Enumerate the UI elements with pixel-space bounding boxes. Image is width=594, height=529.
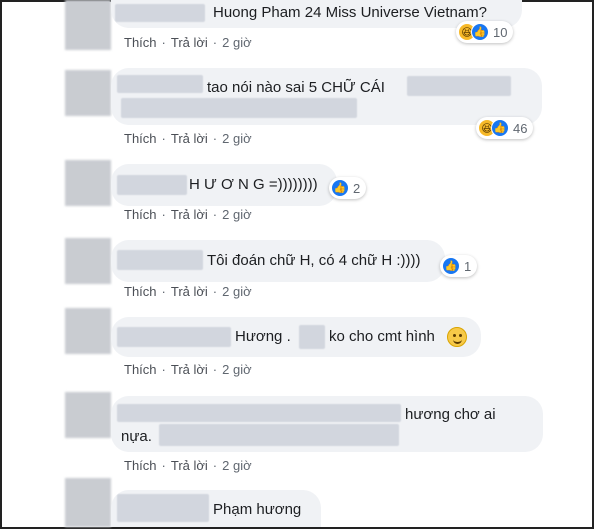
redacted-text: [407, 76, 511, 96]
reply-link[interactable]: Trả lời: [171, 458, 208, 473]
like-link[interactable]: Thích: [124, 207, 157, 222]
reaction-count: 10: [493, 24, 508, 40]
comment-text: tao nói nào sai 5 CHỮ CÁI: [207, 79, 385, 96]
reaction-summary[interactable]: 😆 👍 10: [456, 21, 514, 43]
comment-bubble: Phạm hương: [111, 490, 321, 527]
timestamp[interactable]: 2 giờ: [222, 207, 252, 222]
reply-link[interactable]: Trả lời: [171, 207, 208, 222]
comment-text: Tôi đoán chữ H, có 4 chữ H :)))): [207, 252, 421, 269]
redacted-text: [121, 98, 357, 118]
comment-text: H Ư Ơ N G =)))))))): [189, 176, 318, 193]
timestamp[interactable]: 2 giờ: [222, 458, 252, 473]
like-icon: 👍: [442, 257, 460, 275]
timestamp[interactable]: 2 giờ: [222, 362, 252, 377]
avatar[interactable]: [65, 0, 111, 50]
comment-bubble: Hương . ko cho cmt hình: [111, 317, 481, 357]
redacted-name: [117, 250, 203, 270]
comment-text: hương chơ ai: [405, 406, 496, 423]
separator: ·: [212, 207, 218, 222]
reaction-summary[interactable]: 👍 1: [440, 255, 478, 277]
comment-text: Phạm hương: [213, 501, 302, 518]
redacted-text: [159, 424, 399, 446]
reaction-summary[interactable]: 😆 👍 46: [476, 117, 534, 139]
like-link[interactable]: Thích: [124, 284, 157, 299]
comment-actions: Thích · Trả lời · 2 giờ: [124, 362, 252, 377]
separator: ·: [161, 458, 166, 473]
slightly-smiling-face-icon: [447, 327, 467, 347]
like-link[interactable]: Thích: [124, 35, 157, 50]
comment-bubble: tao nói nào sai 5 CHỮ CÁI: [111, 68, 542, 125]
comment-bubble: Tôi đoán chữ H, có 4 chữ H :)))): [111, 240, 445, 282]
redacted-text: [299, 325, 325, 349]
avatar[interactable]: [65, 392, 111, 438]
reply-link[interactable]: Trả lời: [171, 362, 208, 377]
redacted-name: [117, 175, 187, 195]
reply-link[interactable]: Trả lời: [171, 35, 208, 50]
redacted-name: [117, 404, 401, 422]
comment-actions: Thích · Trả lời · 2 giờ: [124, 207, 252, 222]
reply-link[interactable]: Trả lời: [171, 131, 208, 146]
separator: ·: [161, 362, 166, 377]
timestamp[interactable]: 2 giờ: [222, 284, 252, 299]
comment-actions: Thích · Trả lời · 2 giờ: [124, 131, 252, 146]
separator: ·: [212, 362, 218, 377]
avatar[interactable]: [65, 160, 111, 206]
like-icon: 👍: [471, 23, 489, 41]
separator: ·: [161, 35, 166, 50]
redacted-name: [117, 494, 209, 522]
redacted-name: [117, 75, 203, 93]
timestamp[interactable]: 2 giờ: [222, 35, 252, 50]
like-link[interactable]: Thích: [124, 362, 157, 377]
comment-actions: Thích · Trả lời · 2 giờ: [124, 35, 252, 50]
reaction-count: 46: [513, 120, 528, 136]
separator: ·: [161, 131, 166, 146]
comment-text: ko cho cmt hình: [329, 328, 435, 345]
separator: ·: [161, 207, 166, 222]
comment-bubble: hương chơ ai nựa.: [111, 396, 543, 452]
avatar[interactable]: [65, 308, 111, 354]
reaction-summary[interactable]: 👍 2: [329, 177, 367, 199]
redacted-name: [117, 327, 231, 347]
separator: ·: [212, 131, 218, 146]
comment-text: nựa.: [121, 428, 152, 445]
like-link[interactable]: Thích: [124, 458, 157, 473]
reply-link[interactable]: Trả lời: [171, 284, 208, 299]
like-icon: 👍: [491, 119, 509, 137]
comment-actions: Thích · Trả lời · 2 giờ: [124, 458, 252, 473]
comment-text: Hương .: [235, 328, 291, 345]
separator: ·: [212, 35, 218, 50]
timestamp[interactable]: 2 giờ: [222, 131, 252, 146]
comment-bubble: H Ư Ơ N G =)))))))): [111, 164, 337, 206]
reaction-count: 1: [464, 258, 472, 274]
separator: ·: [212, 458, 218, 473]
separator: ·: [161, 284, 166, 299]
avatar[interactable]: [65, 478, 111, 527]
like-link[interactable]: Thích: [124, 131, 157, 146]
reaction-count: 2: [353, 180, 361, 196]
redacted-name: [115, 4, 205, 22]
comment-actions: Thích · Trả lời · 2 giờ: [124, 284, 252, 299]
avatar[interactable]: [65, 70, 111, 116]
comment-text: Huong Pham 24 Miss Universe Vietnam?: [213, 4, 488, 21]
like-icon: 👍: [331, 179, 349, 197]
separator: ·: [212, 284, 218, 299]
avatar[interactable]: [65, 238, 111, 284]
